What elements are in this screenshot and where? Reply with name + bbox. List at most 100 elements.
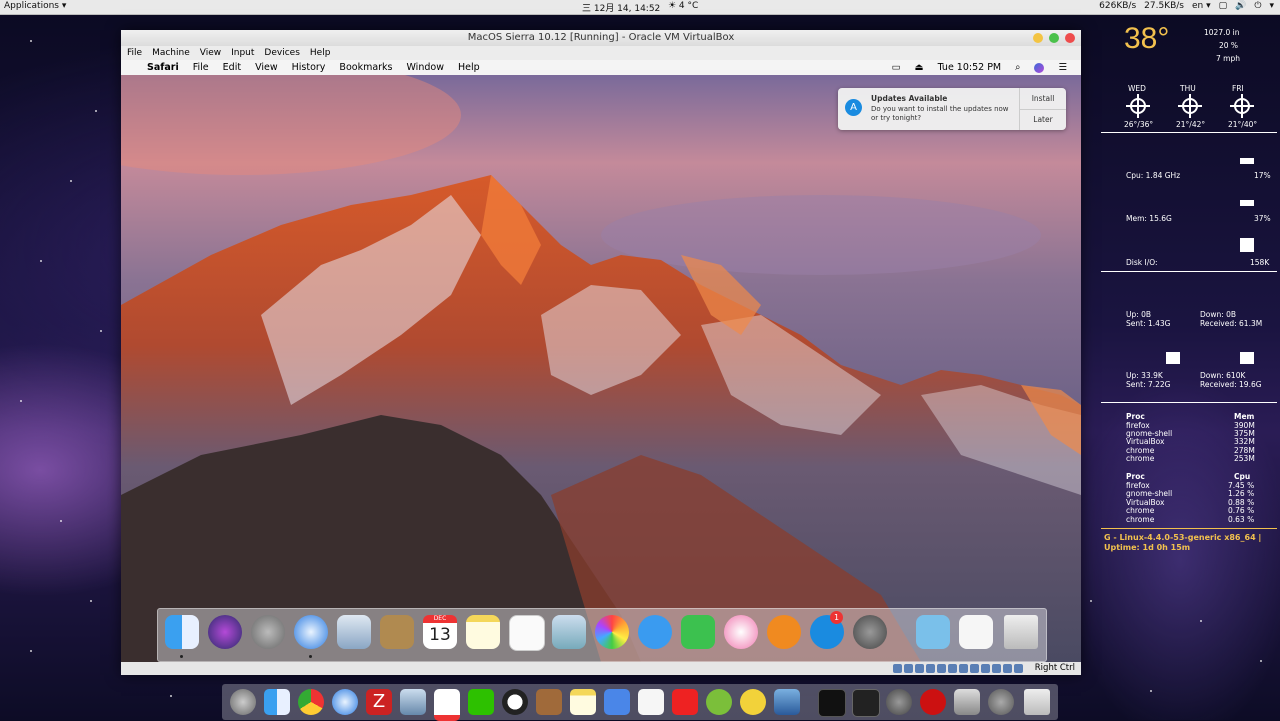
pokemon-icon[interactable] bbox=[740, 689, 766, 715]
host-key-icon[interactable] bbox=[1014, 664, 1023, 673]
notes-icon[interactable] bbox=[570, 689, 596, 715]
updates-notification[interactable]: A Updates Available Do you want to insta… bbox=[838, 88, 1066, 130]
document-icon[interactable] bbox=[959, 615, 993, 649]
spotlight-icon[interactable]: ⌕ bbox=[1015, 60, 1020, 75]
terminal-icon[interactable] bbox=[818, 689, 846, 717]
messages-icon[interactable] bbox=[638, 615, 672, 649]
optical-status-icon[interactable] bbox=[904, 664, 913, 673]
trash-icon[interactable] bbox=[1004, 615, 1038, 649]
chrome-icon[interactable] bbox=[298, 689, 324, 715]
mac-menu-bookmarks[interactable]: Bookmarks bbox=[339, 60, 392, 75]
network-status-icon[interactable] bbox=[926, 664, 935, 673]
docs-icon[interactable] bbox=[604, 689, 630, 715]
clock[interactable]: 三 12月 14, 14:52 bbox=[582, 1, 660, 14]
applications-menu[interactable]: Applications ▾ bbox=[4, 1, 66, 11]
proc-cpu-name: chrome bbox=[1126, 515, 1155, 524]
shared-folders-icon[interactable] bbox=[948, 664, 957, 673]
window-titlebar[interactable]: MacOS Sierra 10.12 [Running] - Oracle VM… bbox=[121, 30, 1081, 46]
calendar-icon[interactable]: DEC 13 bbox=[423, 615, 457, 649]
proc-cpu-name: gnome-shell bbox=[1126, 489, 1173, 498]
mac-menu-help[interactable]: Help bbox=[458, 60, 480, 75]
close-button[interactable] bbox=[1065, 33, 1075, 43]
wind-speed: 7 mph bbox=[1216, 54, 1240, 63]
forecast-day-3: FRI bbox=[1232, 84, 1244, 93]
vbox-menu-help[interactable]: Help bbox=[310, 46, 331, 60]
mac-menu-history[interactable]: History bbox=[292, 60, 326, 75]
disk-utility-icon[interactable] bbox=[954, 689, 980, 715]
gimp-icon[interactable] bbox=[536, 689, 562, 715]
ibooks-icon[interactable] bbox=[767, 615, 801, 649]
kindle-icon[interactable] bbox=[852, 689, 880, 717]
mac-menu-edit[interactable]: Edit bbox=[223, 60, 241, 75]
wechat-icon[interactable] bbox=[468, 689, 494, 715]
safari-icon[interactable] bbox=[332, 689, 358, 715]
vbox-menu-devices[interactable]: Devices bbox=[264, 46, 299, 60]
downloads-folder-icon[interactable] bbox=[916, 615, 950, 649]
language-menu[interactable]: en ▾ bbox=[1192, 1, 1211, 11]
preview-icon[interactable] bbox=[552, 615, 586, 649]
mac-menu-safari[interactable]: Safari bbox=[147, 60, 179, 75]
preview-icon[interactable] bbox=[400, 689, 426, 715]
vbox-menu-file[interactable]: File bbox=[127, 46, 142, 60]
chevron-down-icon[interactable]: ▾ bbox=[1269, 1, 1274, 11]
adobe-icon[interactable] bbox=[672, 689, 698, 715]
audio-status-icon[interactable] bbox=[915, 664, 924, 673]
launchpad-icon[interactable] bbox=[251, 615, 285, 649]
mac-menu-view[interactable]: View bbox=[255, 60, 278, 75]
virtualbox-icon[interactable] bbox=[774, 689, 800, 715]
qq-icon[interactable] bbox=[502, 689, 528, 715]
siri-icon[interactable] bbox=[1034, 62, 1045, 73]
eject-icon[interactable]: ⏏ bbox=[915, 60, 924, 75]
screen-icon[interactable]: ▢ bbox=[1219, 1, 1228, 11]
photos-icon[interactable] bbox=[595, 615, 629, 649]
facetime-icon[interactable] bbox=[681, 615, 715, 649]
vbox-menu-machine[interactable]: Machine bbox=[152, 46, 190, 60]
weather-indicator[interactable]: ☀ 4 °C bbox=[668, 1, 698, 11]
safari-icon[interactable] bbox=[294, 615, 328, 649]
vbox-menu-view[interactable]: View bbox=[200, 46, 221, 60]
display-icon[interactable]: ▭ bbox=[892, 60, 901, 75]
siri-dock-icon[interactable] bbox=[208, 615, 242, 649]
install-button[interactable]: Install bbox=[1019, 88, 1066, 110]
security-icon[interactable] bbox=[920, 689, 946, 715]
notes-icon[interactable] bbox=[466, 615, 500, 649]
maximize-button[interactable] bbox=[1049, 33, 1059, 43]
minimize-button[interactable] bbox=[1033, 33, 1043, 43]
later-button[interactable]: Later bbox=[1019, 109, 1066, 130]
filezilla-icon[interactable]: Z bbox=[366, 689, 392, 715]
mac-clock[interactable]: Tue 10:52 PM bbox=[938, 60, 1002, 75]
itunes-icon[interactable] bbox=[724, 615, 758, 649]
settings-gear-icon[interactable] bbox=[886, 689, 912, 715]
proc-mem-name: chrome bbox=[1126, 454, 1155, 463]
notification-center-icon[interactable]: ☰ bbox=[1058, 60, 1067, 75]
android-icon[interactable] bbox=[706, 689, 732, 715]
display-status-icon[interactable] bbox=[959, 664, 968, 673]
system-preferences-icon[interactable] bbox=[853, 615, 887, 649]
usb-status-icon[interactable] bbox=[937, 664, 946, 673]
vbox-menu-input[interactable]: Input bbox=[231, 46, 254, 60]
power-icon[interactable]: ⏻ bbox=[1254, 1, 1261, 11]
forecast-day-1: WED bbox=[1128, 84, 1146, 93]
reminders-icon[interactable] bbox=[509, 615, 545, 651]
finder-icon[interactable] bbox=[165, 615, 199, 649]
system-preferences-icon[interactable] bbox=[988, 689, 1014, 715]
contacts-icon[interactable] bbox=[380, 615, 414, 649]
mac-menu-file[interactable]: File bbox=[193, 60, 209, 75]
app-store-dock-icon[interactable]: 1 bbox=[810, 611, 844, 649]
mouse-integration-icon[interactable] bbox=[981, 664, 990, 673]
recording-status-icon[interactable] bbox=[970, 664, 979, 673]
mac-menu-window[interactable]: Window bbox=[407, 60, 444, 75]
cpu-status-icon[interactable] bbox=[1003, 664, 1012, 673]
mac-desktop[interactable]: A Updates Available Do you want to insta… bbox=[121, 75, 1081, 662]
notification-text: Do you want to install the updates now o… bbox=[871, 105, 1009, 122]
launchpad-icon[interactable] bbox=[230, 689, 256, 715]
mail-icon[interactable] bbox=[337, 615, 371, 649]
finder-icon[interactable] bbox=[264, 689, 290, 715]
trash-icon[interactable] bbox=[1024, 689, 1050, 715]
keyboard-capture-icon[interactable] bbox=[992, 664, 1001, 673]
net-received-1: Received: 61.3M bbox=[1200, 319, 1263, 328]
text-editor-icon[interactable] bbox=[638, 689, 664, 715]
gmail-icon[interactable] bbox=[434, 689, 460, 721]
volume-icon[interactable]: 🔊 bbox=[1235, 1, 1246, 11]
hdd-status-icon[interactable] bbox=[893, 664, 902, 673]
